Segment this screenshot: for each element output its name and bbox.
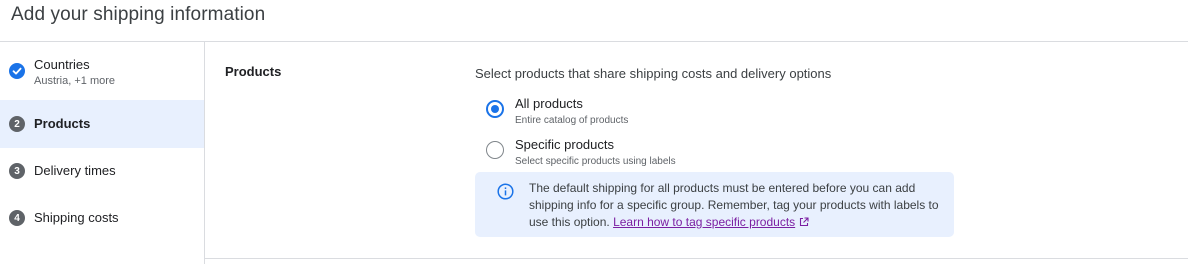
stepper-divider xyxy=(204,42,205,264)
step-label: Products xyxy=(34,116,91,131)
section-title: Products xyxy=(225,64,282,79)
products-question: Select products that share shipping cost… xyxy=(475,66,832,81)
step-number-badge: 4 xyxy=(9,210,25,226)
radio-option-specific-products[interactable]: Specific products Select specific produc… xyxy=(486,137,676,168)
step-number-badge: 3 xyxy=(9,163,25,179)
radio-button-unchecked[interactable] xyxy=(486,141,504,159)
learn-tag-products-link[interactable]: Learn how to tag specific products xyxy=(613,215,795,229)
page-title: Add your shipping information xyxy=(11,4,266,25)
radio-sublabel: Entire catalog of products xyxy=(515,115,629,126)
step-number-badge: 2 xyxy=(9,116,25,132)
step-products[interactable]: 2 Products xyxy=(0,100,204,148)
step-label: Delivery times xyxy=(34,163,116,178)
content-bottom-divider xyxy=(205,258,1188,259)
step-label: Shipping costs xyxy=(34,210,119,225)
step-label: Countries xyxy=(34,57,90,72)
radio-label: All products xyxy=(515,96,583,111)
radio-sublabel: Select specific products using labels xyxy=(515,156,676,167)
step-delivery-times[interactable]: 3 Delivery times xyxy=(0,147,204,195)
radio-option-all-products[interactable]: All products Entire catalog of products xyxy=(486,96,628,127)
radio-button-checked[interactable] xyxy=(486,100,504,118)
external-link-icon[interactable] xyxy=(799,215,809,227)
step-countries[interactable]: Countries Austria, +1 more xyxy=(0,42,204,99)
info-banner: The default shipping for all products mu… xyxy=(475,172,954,237)
check-icon xyxy=(9,63,25,79)
step-shipping-costs[interactable]: 4 Shipping costs xyxy=(0,194,204,242)
radio-label: Specific products xyxy=(515,137,614,152)
info-icon xyxy=(497,183,514,200)
stepper: Countries Austria, +1 more 2 Products 3 … xyxy=(0,42,204,264)
step-sublabel: Austria, +1 more xyxy=(34,75,116,87)
